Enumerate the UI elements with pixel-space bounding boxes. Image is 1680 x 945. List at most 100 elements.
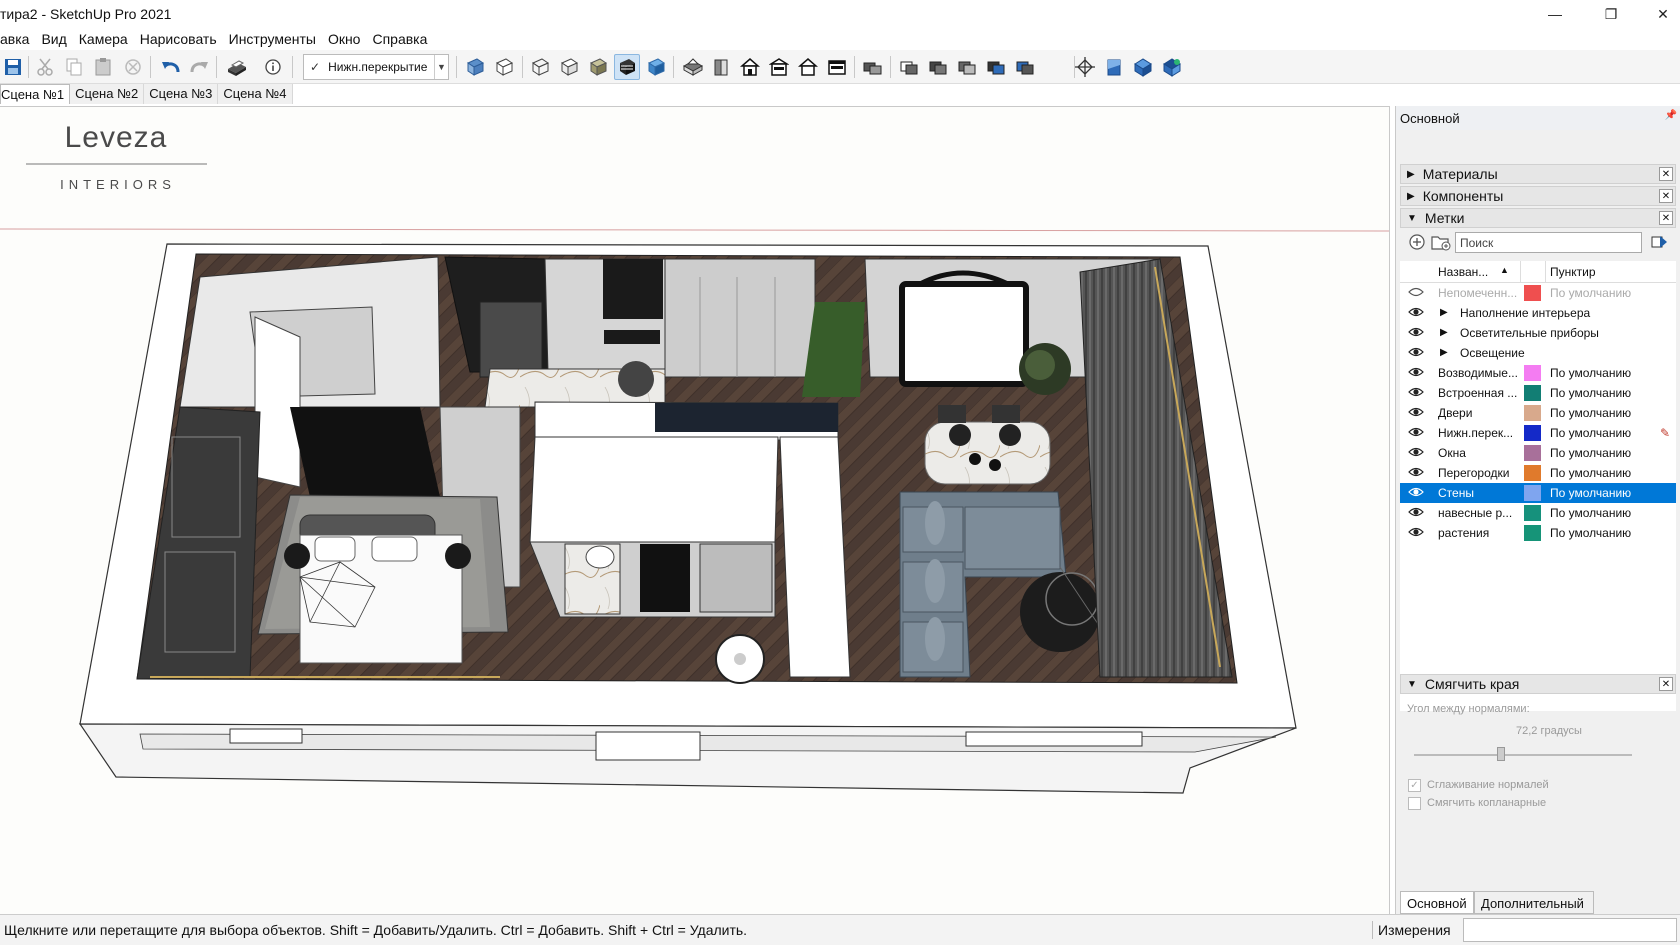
eye-icon[interactable] (1408, 406, 1424, 420)
tag-dash[interactable]: По умолчанию (1550, 426, 1631, 440)
minimize-button[interactable]: — (1532, 0, 1578, 28)
maximize-button[interactable]: ❐ (1588, 0, 1634, 28)
tag-color-swatch[interactable] (1524, 425, 1541, 441)
expand-arrow-icon[interactable]: ▶ (1440, 347, 1448, 358)
column-name[interactable]: Назван... (1438, 265, 1488, 279)
add-tag-icon[interactable] (1408, 233, 1426, 256)
menu-tools[interactable]: Инструменты (223, 31, 322, 47)
eye-icon[interactable] (1408, 486, 1424, 500)
front-view-icon[interactable] (737, 54, 763, 80)
tag-folder-row[interactable]: ▶ Освещение (1400, 343, 1676, 363)
menu-window[interactable]: Окно (322, 31, 367, 47)
section-plane-icon[interactable] (896, 54, 922, 80)
eye-icon[interactable] (1408, 346, 1424, 360)
close-window-button[interactable]: ✕ (1640, 0, 1680, 28)
eye-icon[interactable] (1408, 526, 1424, 540)
tag-dash[interactable]: По умолчанию (1550, 506, 1631, 520)
tag-dash[interactable]: По умолчанию (1550, 526, 1631, 540)
tag-color-swatch[interactable] (1524, 285, 1541, 301)
tab-additional-tray[interactable]: Дополнительный (1474, 891, 1594, 914)
xray-icon[interactable] (462, 54, 488, 80)
panel-components[interactable]: ▶ Компоненты ✕ (1400, 186, 1676, 206)
eye-hidden-icon[interactable] (1408, 286, 1424, 300)
menu-view[interactable]: Вид (35, 31, 72, 47)
tag-color-swatch[interactable] (1524, 505, 1541, 521)
tag-dash[interactable]: По умолчанию (1550, 366, 1631, 380)
pin-icon[interactable]: 📌 (1665, 110, 1677, 121)
back-view-icon[interactable] (795, 54, 821, 80)
tag-color-swatch[interactable] (1524, 445, 1541, 461)
print-icon[interactable] (224, 54, 250, 80)
tags-search-input[interactable]: Поиск (1455, 232, 1642, 253)
tag-row[interactable]: Окна По умолчанию (1400, 443, 1676, 463)
hidden-line-icon[interactable] (556, 54, 582, 80)
left-view-icon[interactable] (824, 54, 850, 80)
tag-folder-row[interactable]: ▶ Осветительные приборы (1400, 323, 1676, 343)
menu-edit[interactable]: авка (0, 31, 35, 47)
panel-soften-edges[interactable]: ▼ Смягчить края ✕ (1400, 674, 1676, 694)
eye-icon[interactable] (1408, 446, 1424, 460)
column-dash[interactable]: Пунктир (1550, 265, 1596, 279)
eye-icon[interactable] (1408, 366, 1424, 380)
undo-icon[interactable] (158, 54, 184, 80)
toggle-terrain-icon[interactable] (1101, 54, 1127, 80)
panel-materials[interactable]: ▶ Материалы ✕ (1400, 164, 1676, 184)
shaded-icon[interactable] (585, 54, 611, 80)
tag-row[interactable]: навесные р... По умолчанию (1400, 503, 1676, 523)
eye-icon[interactable] (1408, 506, 1424, 520)
paste-icon[interactable] (90, 54, 116, 80)
copy-icon[interactable] (61, 54, 87, 80)
monochrome-icon[interactable] (643, 54, 669, 80)
redo-icon[interactable] (186, 54, 212, 80)
save-icon[interactable] (0, 54, 26, 80)
tab-scene-3[interactable]: Сцена №3 (144, 84, 219, 104)
eye-icon[interactable] (1408, 386, 1424, 400)
eye-icon[interactable] (1408, 466, 1424, 480)
close-icon[interactable]: ✕ (1659, 189, 1673, 203)
tab-scene-4[interactable]: Сцена №4 (218, 84, 293, 104)
close-icon[interactable]: ✕ (1659, 211, 1673, 225)
add-tag-folder-icon[interactable] (1430, 233, 1452, 256)
section-cut-icon[interactable] (925, 54, 951, 80)
tag-row[interactable]: Стены По умолчанию (1400, 483, 1676, 503)
tag-dash[interactable]: По умолчанию (1550, 446, 1631, 460)
tag-color-swatch[interactable] (1524, 385, 1541, 401)
tab-scene-1[interactable]: Сцена №1 (0, 84, 71, 104)
tag-color-swatch[interactable] (1524, 525, 1541, 541)
menu-help[interactable]: Справка (366, 31, 433, 47)
tag-color-swatch[interactable] (1524, 405, 1541, 421)
angle-slider-track[interactable] (1414, 754, 1632, 756)
top-view-icon[interactable] (708, 54, 734, 80)
menu-draw[interactable]: Нарисовать (134, 31, 223, 47)
active-tag-dropdown[interactable]: ✓ Нижн.перекрытие ▼ (303, 54, 449, 80)
add-location-icon[interactable] (1072, 54, 1098, 80)
close-icon[interactable]: ✕ (1659, 677, 1673, 691)
close-icon[interactable]: ✕ (1659, 167, 1673, 181)
tag-dash[interactable]: По умолчанию (1550, 486, 1631, 500)
details-arrow-icon[interactable] (1650, 233, 1668, 256)
extension-warehouse-icon[interactable] (1159, 54, 1185, 80)
tag-row[interactable]: Нижн.перек... По умолчанию ✎ (1400, 423, 1676, 443)
display-section-planes-icon[interactable] (954, 54, 980, 80)
tag-dash[interactable]: По умолчанию (1550, 386, 1631, 400)
tag-color-swatch[interactable] (1524, 365, 1541, 381)
tag-row[interactable]: Встроенная ... По умолчанию (1400, 383, 1676, 403)
tag-row[interactable]: Непомеченн... По умолчанию (1400, 283, 1676, 303)
iso-view-icon[interactable] (680, 54, 706, 80)
tab-scene-2[interactable]: Сцена №2 (70, 84, 145, 104)
tag-dash[interactable]: По умолчанию (1550, 406, 1631, 420)
chevron-down-icon[interactable]: ▼ (434, 55, 448, 79)
expand-arrow-icon[interactable]: ▶ (1440, 307, 1448, 318)
display-section-cuts-icon[interactable] (983, 54, 1009, 80)
tag-color-swatch[interactable] (1524, 465, 1541, 481)
model-info-icon[interactable] (260, 54, 286, 80)
warehouse-icon[interactable] (1130, 54, 1156, 80)
tag-dash[interactable]: По умолчанию (1550, 466, 1631, 480)
menu-camera[interactable]: Камера (73, 31, 134, 47)
tag-row[interactable]: Возводимые... По умолчанию (1400, 363, 1676, 383)
bottom-view-icon[interactable] (860, 54, 886, 80)
erase-icon[interactable] (120, 54, 146, 80)
tag-color-swatch[interactable] (1524, 485, 1541, 501)
smooth-normals-checkbox[interactable]: ✓ (1408, 779, 1421, 792)
eye-icon[interactable] (1408, 426, 1424, 440)
